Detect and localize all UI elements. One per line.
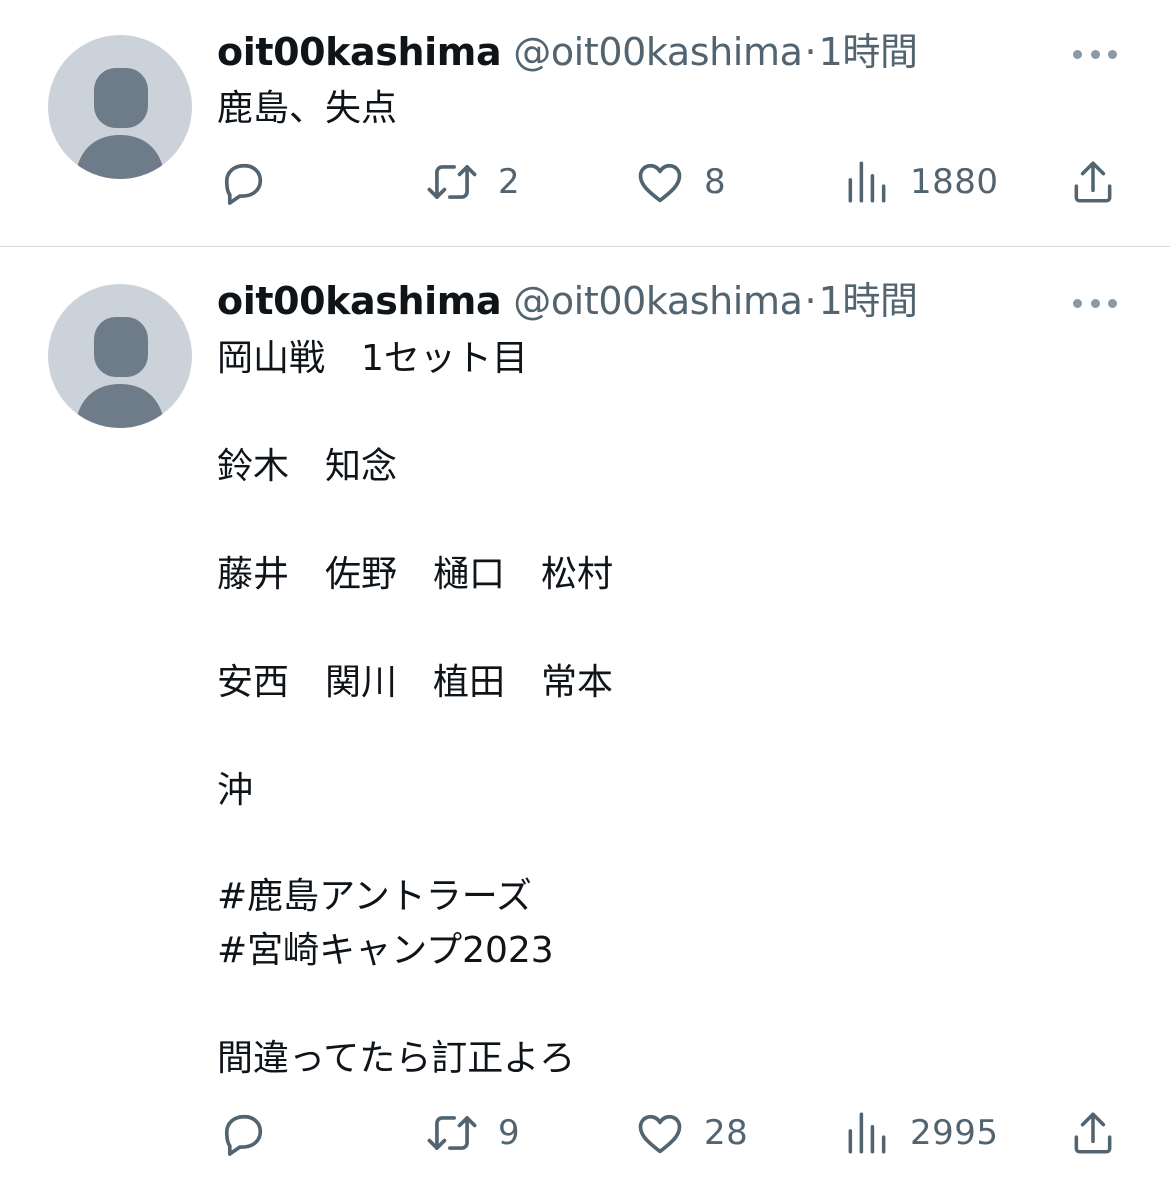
tweet[interactable]: oit00kashima@oit00kashima·1時間 鹿島、失点 2 8 <box>0 0 1170 247</box>
retweet-icon <box>427 165 477 199</box>
tweet-text-line: 鈴木 知念 <box>217 446 398 487</box>
retweet-icon <box>427 1116 477 1150</box>
hashtag-link[interactable]: #鹿島アントラーズ <box>217 870 532 924</box>
timestamp[interactable]: 1時間 <box>819 279 918 323</box>
user-handle[interactable]: @oit00kashima <box>513 30 803 74</box>
avatar[interactable] <box>48 284 192 428</box>
retweet-button[interactable]: 9 <box>424 1103 520 1163</box>
user-handle[interactable]: @oit00kashima <box>513 279 803 323</box>
tweet-text: 鹿島、失点 <box>217 88 398 129</box>
view-count: 2995 <box>910 1113 999 1153</box>
more-icon[interactable] <box>1073 44 1117 64</box>
username[interactable]: oit00kashima <box>217 30 502 74</box>
tweet-text-line: 岡山戦 1セット目 <box>217 338 528 379</box>
retweet-button[interactable]: 2 <box>424 152 520 212</box>
share-button[interactable] <box>1068 152 1118 212</box>
separator-dot: · <box>804 279 817 323</box>
share-button[interactable] <box>1068 1103 1118 1163</box>
reply-icon <box>224 163 263 205</box>
tweet-header: oit00kashima @oit00kashima·1時間 <box>217 30 918 74</box>
like-icon <box>638 163 682 203</box>
views-icon <box>848 161 886 203</box>
view-count: 1880 <box>910 162 999 202</box>
reply-button[interactable] <box>217 152 287 212</box>
tweet-text-line: 沖 <box>217 770 254 811</box>
username[interactable]: oit00kashima <box>217 279 502 323</box>
like-count: 28 <box>704 1113 749 1153</box>
share-icon <box>1074 161 1112 203</box>
like-icon <box>638 1114 682 1154</box>
views-icon <box>848 1112 886 1154</box>
separator-dot: · <box>804 30 817 74</box>
retweet-count: 9 <box>498 1113 521 1153</box>
timestamp[interactable]: 1時間 <box>819 30 918 74</box>
reply-icon <box>224 1114 263 1156</box>
reply-button[interactable] <box>217 1103 287 1163</box>
like-count: 8 <box>704 162 727 202</box>
avatar-icon <box>75 317 165 428</box>
tweet-text-line: 藤井 佐野 樋口 松村 <box>217 554 614 595</box>
retweet-count: 2 <box>498 162 521 202</box>
tweet-actions: 2 8 1880 <box>0 152 1170 212</box>
views-button[interactable]: 1880 <box>842 152 999 212</box>
tweet[interactable]: oit00kashima @oit00kashima·1時間 岡山戦 1セット目 … <box>0 248 1170 1181</box>
more-icon[interactable] <box>1073 293 1117 313</box>
tweet-header: oit00kashima @oit00kashima·1時間 <box>217 279 918 323</box>
tweet-text-line: 間違ってたら訂正よろ <box>217 1038 576 1079</box>
like-button[interactable]: 8 <box>634 152 726 212</box>
share-icon <box>1074 1112 1112 1154</box>
views-button[interactable]: 2995 <box>842 1103 999 1163</box>
tweet-actions: 9 28 2995 <box>0 1103 1170 1163</box>
like-button[interactable]: 28 <box>634 1103 748 1163</box>
tweet-text-line: 安西 関川 植田 常本 <box>217 662 614 703</box>
hashtag-link[interactable]: #宮崎キャンプ2023 <box>217 924 554 978</box>
